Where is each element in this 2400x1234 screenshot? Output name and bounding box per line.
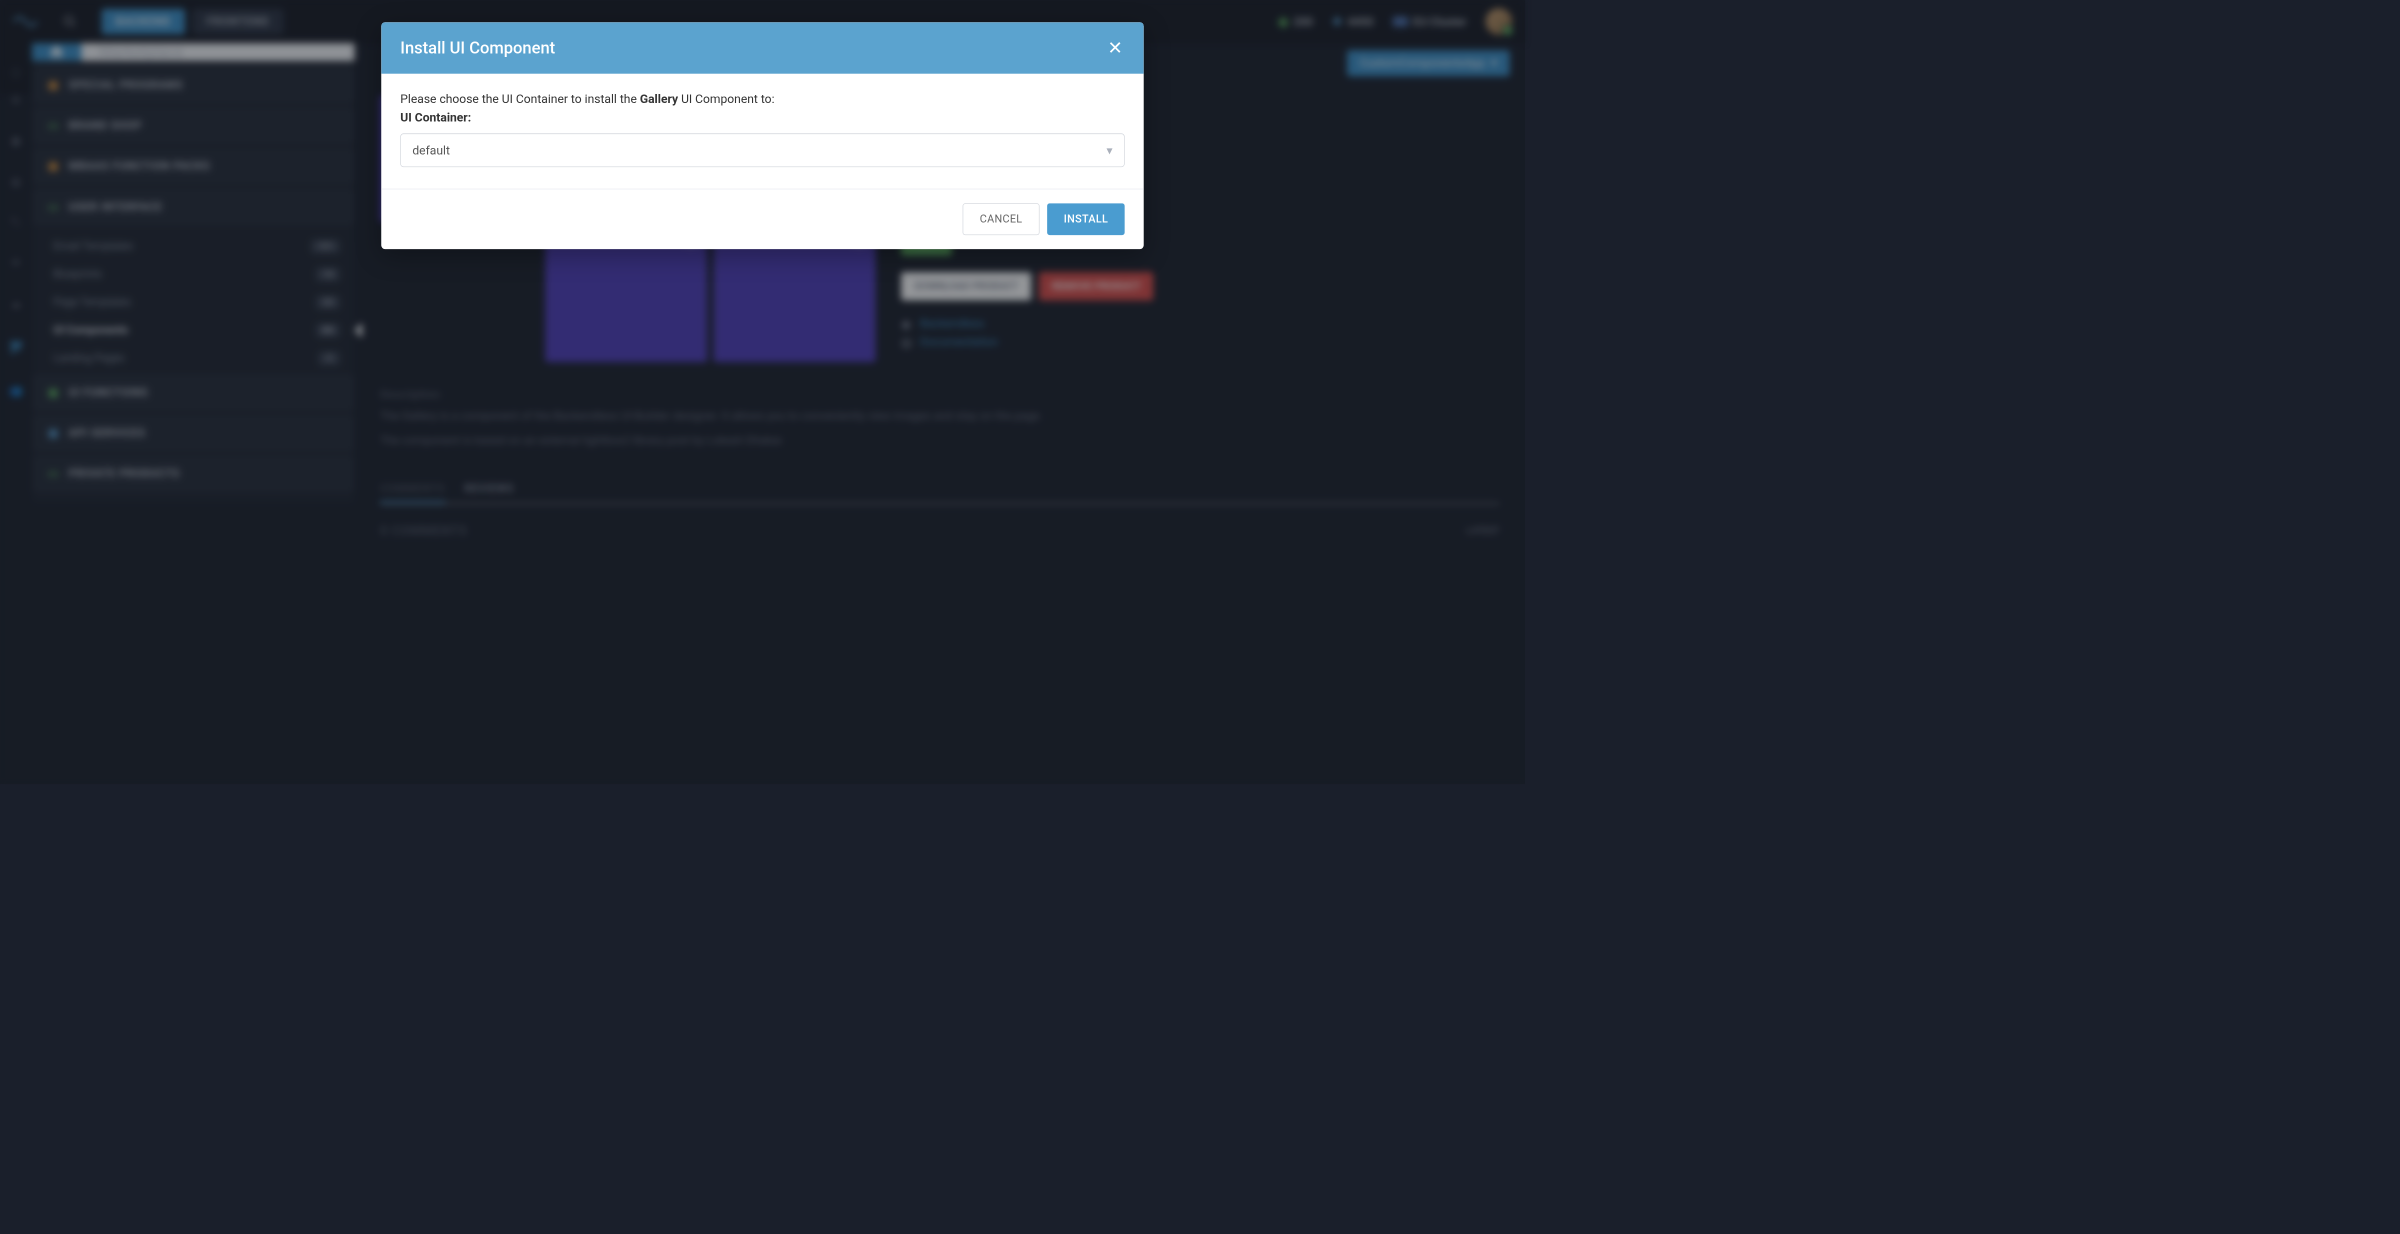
close-icon[interactable]: ✕	[1106, 37, 1125, 58]
modal-instruction: Please choose the UI Container to instal…	[400, 91, 1124, 106]
modal-title: Install UI Component	[400, 38, 555, 57]
install-button[interactable]: INSTALL	[1047, 203, 1124, 235]
ui-container-select[interactable]: default ▾	[400, 133, 1124, 167]
ui-container-label: UI Container:	[400, 110, 1124, 125]
install-component-modal: Install UI Component ✕ Please choose the…	[381, 22, 1143, 249]
instruction-suffix: UI Component to:	[678, 91, 774, 106]
cancel-button[interactable]: CANCEL	[963, 203, 1040, 235]
component-name: Gallery	[640, 91, 678, 106]
instruction-prefix: Please choose the UI Container to instal…	[400, 91, 640, 106]
select-value: default	[412, 143, 450, 158]
chevron-down-icon: ▾	[1107, 143, 1113, 158]
